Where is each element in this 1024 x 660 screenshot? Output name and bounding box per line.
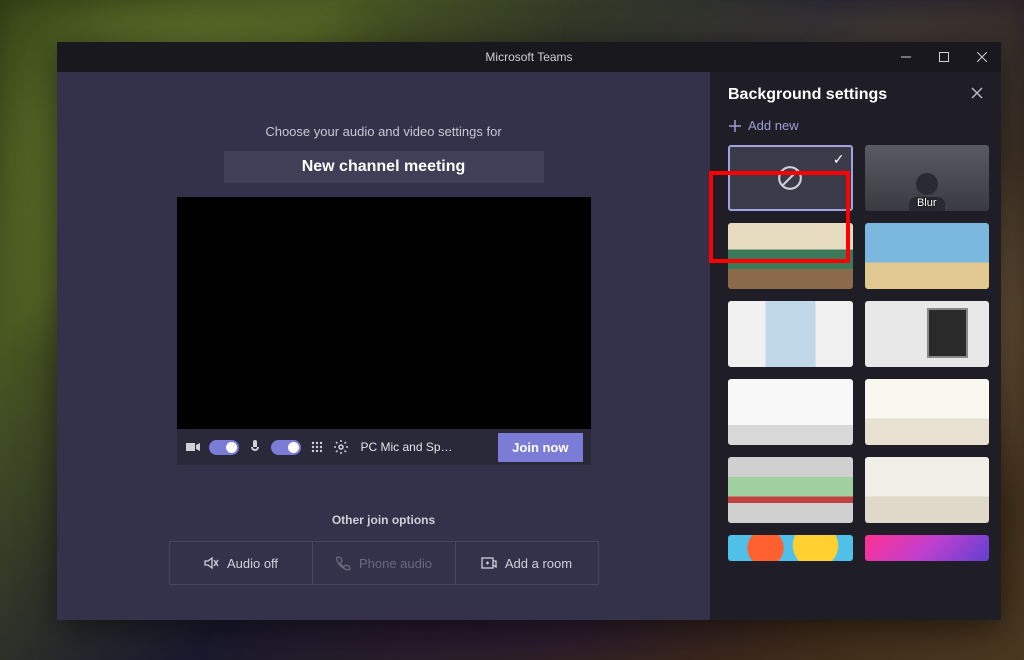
app-title: Microsoft Teams: [485, 50, 572, 64]
mic-icon: [247, 439, 263, 455]
titlebar: Microsoft Teams: [57, 42, 1001, 72]
background-tile-image[interactable]: [728, 535, 853, 561]
gear-icon[interactable]: [333, 439, 349, 455]
join-now-button[interactable]: Join now: [498, 433, 582, 462]
background-tile-image[interactable]: [728, 301, 853, 367]
other-options-label: Other join options: [332, 513, 435, 527]
camera-toggle[interactable]: [209, 440, 239, 455]
background-tile-none[interactable]: ✓: [728, 145, 853, 211]
background-tile-image[interactable]: [728, 457, 853, 523]
background-grid-scroll[interactable]: ✓ Blur: [710, 145, 1001, 620]
no-background-icon: [777, 165, 803, 191]
maximize-button[interactable]: [925, 42, 963, 72]
add-room-option[interactable]: Add a room: [455, 542, 598, 584]
background-effects-icon[interactable]: [309, 439, 325, 455]
background-tile-blur[interactable]: Blur: [865, 145, 990, 211]
panel-close-button[interactable]: [971, 86, 983, 104]
phone-icon: [335, 555, 351, 571]
background-tile-image[interactable]: [865, 223, 990, 289]
background-settings-panel: Background settings Add new ✓ Blur: [710, 72, 1001, 620]
background-tile-image[interactable]: [865, 379, 990, 445]
background-tile-image[interactable]: [865, 535, 990, 561]
add-room-icon: [481, 555, 497, 571]
speaker-off-icon: [203, 555, 219, 571]
camera-icon: [185, 439, 201, 455]
device-controls: PC Mic and Sp… Join now: [177, 429, 591, 465]
mic-toggle[interactable]: [271, 440, 301, 455]
minimize-button[interactable]: [887, 42, 925, 72]
audio-off-option[interactable]: Audio off: [170, 542, 312, 584]
background-tile-image[interactable]: [865, 301, 990, 367]
check-icon: ✓: [833, 151, 845, 168]
background-tile-image[interactable]: [865, 457, 990, 523]
window-body: Choose your audio and video settings for…: [57, 72, 1001, 620]
video-preview: [177, 197, 591, 429]
device-label[interactable]: PC Mic and Sp…: [361, 440, 491, 454]
panel-title: Background settings: [728, 86, 887, 104]
app-window: Microsoft Teams Choose your audio and vi…: [57, 42, 1001, 620]
video-preview-container: PC Mic and Sp… Join now: [177, 197, 591, 465]
add-room-label: Add a room: [505, 556, 572, 571]
prejoin-panel: Choose your audio and video settings for…: [57, 72, 710, 620]
audio-off-label: Audio off: [227, 556, 278, 571]
plus-icon: [728, 119, 742, 133]
other-options: Audio off Phone audio Add a room: [169, 541, 599, 585]
close-button[interactable]: [963, 42, 1001, 72]
phone-audio-label: Phone audio: [359, 556, 432, 571]
background-tile-image[interactable]: [728, 223, 853, 289]
prejoin-prompt: Choose your audio and video settings for: [265, 124, 501, 139]
window-controls: [887, 42, 1001, 72]
background-grid: ✓ Blur: [728, 145, 989, 561]
add-new-label: Add new: [748, 118, 799, 133]
background-tile-image[interactable]: [728, 379, 853, 445]
meeting-title-input[interactable]: New channel meeting: [224, 151, 544, 183]
avatar-silhouette-icon: [916, 173, 938, 195]
add-new-button[interactable]: Add new: [710, 110, 1001, 145]
blur-label: Blur: [865, 197, 990, 209]
phone-audio-option: Phone audio: [312, 542, 455, 584]
